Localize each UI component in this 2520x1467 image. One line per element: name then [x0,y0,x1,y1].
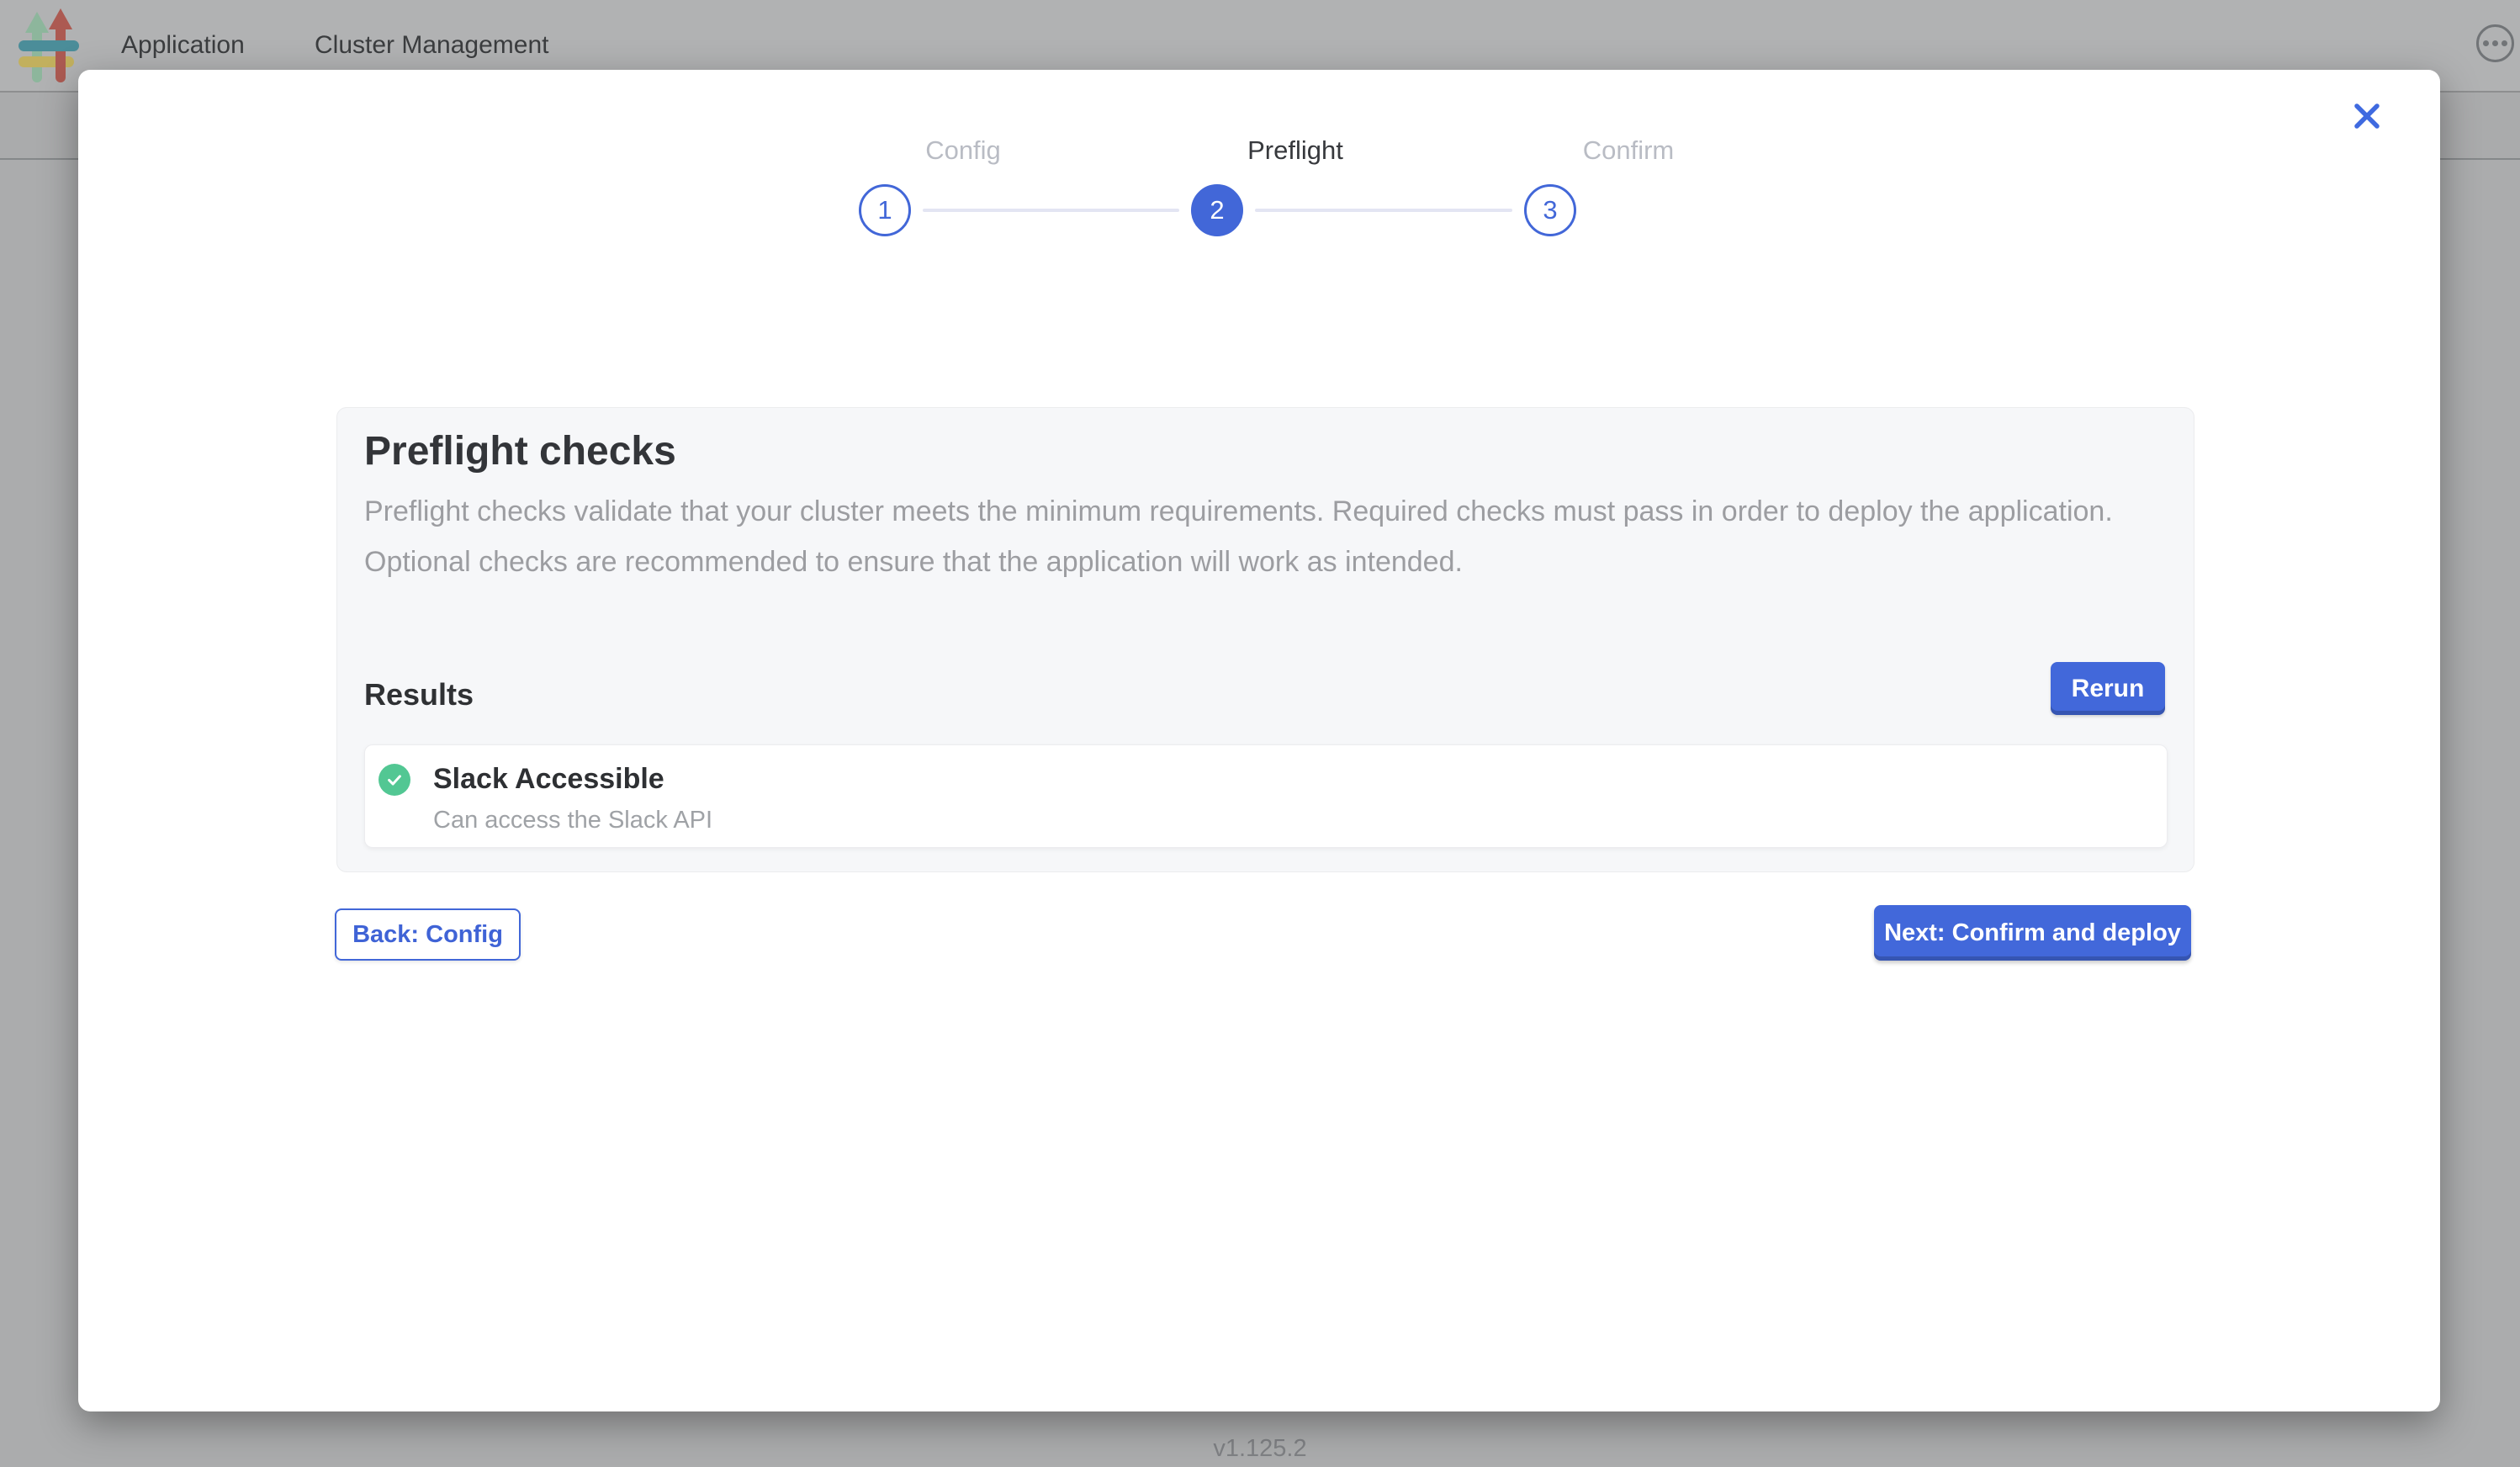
step-circle-confirm[interactable]: 3 [1524,184,1576,236]
preflight-result-row: Slack Accessible Can access the Slack AP… [364,744,2168,848]
ellipsis-dot [2483,40,2489,46]
step-label-confirm: Confirm [1460,135,1797,166]
close-icon[interactable] [2341,90,2393,142]
overflow-menu-icon[interactable] [2476,24,2514,62]
stepper-connector [1255,209,1512,212]
result-title: Slack Accessible [433,762,712,796]
step-circle-config[interactable]: 1 [859,184,911,236]
panel-description: Preflight checks validate that your clus… [364,486,2160,587]
check-circle-icon [379,764,410,796]
result-text-block: Slack Accessible Can access the Slack AP… [433,762,712,847]
results-header-row: Results Rerun [364,662,2165,715]
preflight-modal: Config Preflight Confirm 1 2 3 Preflight… [78,70,2440,1411]
next-confirm-deploy-button[interactable]: Next: Confirm and deploy [1874,905,2191,961]
app-version-label: v1.125.2 [0,1435,2520,1463]
ellipsis-dot [2501,40,2507,46]
ellipsis-dot [2492,40,2498,46]
back-config-button[interactable]: Back: Config [335,908,521,961]
rerun-button[interactable]: Rerun [2051,662,2165,715]
results-heading: Results [364,677,474,715]
panel-title: Preflight checks [364,426,676,477]
app-logo-icon [13,7,89,86]
step-label-preflight: Preflight [1127,135,1464,166]
stepper-connector [923,209,1179,212]
result-detail: Can access the Slack API [433,807,712,834]
step-label-config: Config [795,135,1131,166]
preflight-panel: Preflight checks Preflight checks valida… [336,407,2194,872]
step-circle-preflight[interactable]: 2 [1191,184,1243,236]
